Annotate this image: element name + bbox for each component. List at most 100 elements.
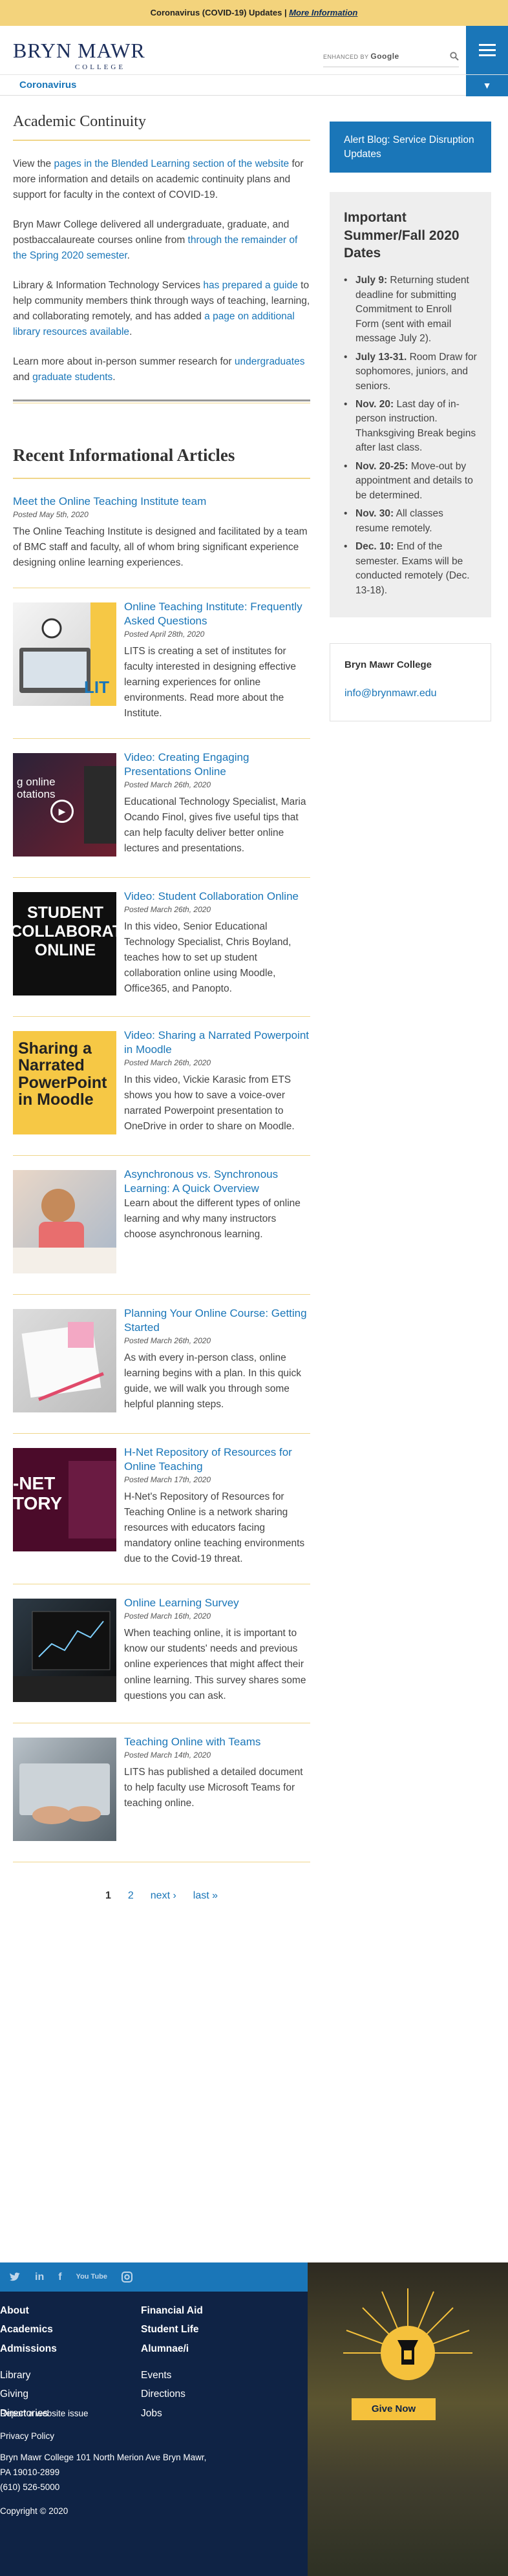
search-icon[interactable] xyxy=(450,51,459,61)
footer-link-student-life[interactable]: Student Life xyxy=(141,2320,270,2339)
footer-link-academics[interactable]: Academics xyxy=(0,2320,129,2339)
left-column: Academic Continuity View the pages in th… xyxy=(13,96,310,1904)
clapperboard-image xyxy=(84,766,116,844)
article-thumbnail[interactable] xyxy=(13,1309,116,1413)
student-studying-image xyxy=(13,1189,116,1274)
search-placeholder: ENHANCED BY Google xyxy=(323,51,399,61)
address-line: PA 19010-2899 xyxy=(0,2467,60,2477)
list-item: Planning Your Online Course: Getting Sta… xyxy=(13,1306,310,1434)
alert-text: Coronavirus (COVID-19) Updates | xyxy=(150,8,287,17)
chevron-down-icon[interactable]: ▼ xyxy=(466,75,508,96)
footer-link-financial-aid[interactable]: Financial Aid xyxy=(141,2301,270,2320)
graduate-students-link[interactable]: graduate students xyxy=(32,372,112,383)
search-input[interactable]: ENHANCED BY Google xyxy=(323,45,459,67)
date-item: July 13-31. Room Draw for sophomores, ju… xyxy=(344,350,477,394)
article-thumbnail[interactable]: Sharing a Narrated PowerPoint in Moodle xyxy=(13,1031,116,1135)
footer-link-library[interactable]: Library xyxy=(0,2366,129,2385)
date-item: July 9: Returning student deadline for s… xyxy=(344,273,477,346)
thumbnail-caption: Sharing a Narrated PowerPoint in Moodle xyxy=(18,1039,107,1109)
give-now-button[interactable]: Give Now xyxy=(352,2398,436,2420)
phone-number: (610) 526-5000 xyxy=(0,2482,60,2492)
intro-paragraph: Learn more about in-person summer resear… xyxy=(13,356,305,383)
date-item: Nov. 20-25: Move-out by appointment and … xyxy=(344,460,477,503)
article-thumbnail[interactable] xyxy=(13,1738,116,1842)
site-footer: in f You Tube About Academics Admissions… xyxy=(0,2262,508,2576)
article-summary: The Online Teaching Institute is designe… xyxy=(13,526,308,568)
contact-box: Bryn Mawr College info@brynmawr.edu xyxy=(330,643,491,721)
privacy-policy-link[interactable]: Privacy Policy xyxy=(0,2429,304,2444)
article-date: Posted May 5th, 2020 xyxy=(13,509,89,519)
article-thumbnail[interactable]: -NET TORY xyxy=(13,1448,116,1552)
page-2-link[interactable]: 2 xyxy=(128,1888,134,1904)
blended-learning-link[interactable]: pages in the Blended Learning section of… xyxy=(54,158,289,169)
intro-paragraph: Library & Information Technology Service… xyxy=(13,280,310,338)
article-title-link[interactable]: Meet the Online Teaching Institute team xyxy=(13,495,310,509)
footer-col-2: Financial Aid Student Life Alumnae/i xyxy=(141,2301,270,2358)
section-subnav: Coronavirus ▼ xyxy=(0,74,508,96)
page-title: Academic Continuity xyxy=(13,113,146,130)
recent-articles-heading: Recent Informational Articles xyxy=(13,445,235,465)
list-item: LIT Online Teaching Institute: Frequentl… xyxy=(13,600,310,740)
guide-link[interactable]: has prepared a guide xyxy=(203,280,298,291)
footer-col-1: About Academics Admissions xyxy=(0,2301,129,2358)
copyright: Copyright © 2020 xyxy=(0,2506,69,2516)
resources-banner xyxy=(69,1461,116,1539)
alert-more-info-link[interactable]: More Information xyxy=(289,8,357,17)
dates-heading: Important Summer/Fall 2020 Dates xyxy=(344,210,460,261)
divider xyxy=(13,140,310,141)
report-issue-link[interactable]: Report a website issue xyxy=(0,2407,304,2422)
last-page-link[interactable]: last » xyxy=(193,1888,218,1904)
twitter-icon[interactable] xyxy=(9,2272,21,2283)
college-logo[interactable]: BRYN MAWR COLLEGE xyxy=(13,40,149,73)
play-icon[interactable]: ▶ xyxy=(50,800,74,824)
footer-info: Report a website issue Privacy Policy Br… xyxy=(0,2401,304,2519)
site-header: BRYN MAWR COLLEGE ENHANCED BY Google Cor… xyxy=(0,26,508,96)
page-current: 1 xyxy=(105,1890,111,1902)
article-thumbnail[interactable]: STUDENT COLLABORATIO ONLINE xyxy=(13,892,116,996)
undergraduates-link[interactable]: undergraduates xyxy=(235,356,305,367)
list-item: Teaching Online with Teams Posted March … xyxy=(13,1735,310,1863)
important-dates-box: Important Summer/Fall 2020 Dates July 9:… xyxy=(330,192,491,618)
intro-text: View the pages in the Blended Learning s… xyxy=(13,156,310,385)
list-item: g online otations ▶ Video: Creating Enga… xyxy=(13,750,310,878)
date-item: Nov. 30: All classes resume remotely. xyxy=(344,507,477,536)
address-line: Bryn Mawr College 101 North Merion Ave B… xyxy=(0,2452,207,2462)
article-thumbnail[interactable] xyxy=(13,1599,116,1703)
laptop-graph-image xyxy=(13,1611,116,1703)
logo-sub-text: COLLEGE xyxy=(74,63,126,71)
linkedin-icon[interactable]: in xyxy=(35,2270,44,2285)
article-thumbnail[interactable]: g online otations ▶ xyxy=(13,753,116,857)
footer-link-alumnae[interactable]: Alumnae/i xyxy=(141,2339,270,2358)
divider xyxy=(13,399,310,402)
sidebar: Alert Blog: Service Disruption Updates I… xyxy=(330,96,491,721)
facebook-icon[interactable]: f xyxy=(58,2270,61,2285)
subnav-coronavirus-link[interactable]: Coronavirus xyxy=(19,78,76,93)
footer-link-events[interactable]: Events xyxy=(141,2366,270,2385)
contact-email-link[interactable]: info@brynmawr.edu xyxy=(344,688,437,699)
alert-blog-button[interactable]: Alert Blog: Service Disruption Updates xyxy=(330,122,491,173)
article-thumbnail[interactable] xyxy=(13,1170,116,1274)
list-item: STUDENT COLLABORATIO ONLINE Video: Stude… xyxy=(13,889,310,1017)
next-page-link[interactable]: next › xyxy=(151,1888,176,1904)
date-item: Nov. 20: Last day of in-person instructi… xyxy=(344,398,477,456)
covid-alert-bar: Coronavirus (COVID-19) Updates | More In… xyxy=(0,0,508,26)
list-item: Meet the Online Teaching Institute team … xyxy=(13,495,310,588)
footer-link-about[interactable]: About xyxy=(0,2301,129,2320)
youtube-icon[interactable]: You Tube xyxy=(76,2272,107,2283)
give-now-promo: Give Now xyxy=(308,2262,508,2576)
footer-link-admissions[interactable]: Admissions xyxy=(0,2339,129,2358)
pagination: 1 2 next › last » xyxy=(13,1888,310,1904)
intro-paragraph: Bryn Mawr College delivered all undergra… xyxy=(13,219,298,262)
intro-paragraph: View the pages in the Blended Learning s… xyxy=(13,158,304,201)
thumbnail-caption: STUDENT COLLABORATIO ONLINE xyxy=(13,904,116,959)
list-item: -NET TORY H-Net Repository of Resources … xyxy=(13,1445,310,1585)
list-item: Online Learning Survey Posted March 16th… xyxy=(13,1596,310,1724)
social-links: in f You Tube xyxy=(0,2262,308,2292)
lits-logo-text: LIT xyxy=(84,677,109,697)
thumbnail-caption: g online otations xyxy=(17,776,56,800)
planning-notebook-image xyxy=(21,1322,104,1401)
article-thumbnail[interactable]: LIT xyxy=(13,602,116,706)
dates-list: July 9: Returning student deadline for s… xyxy=(344,273,477,598)
menu-icon[interactable] xyxy=(466,26,508,74)
instagram-icon[interactable] xyxy=(122,2272,133,2283)
